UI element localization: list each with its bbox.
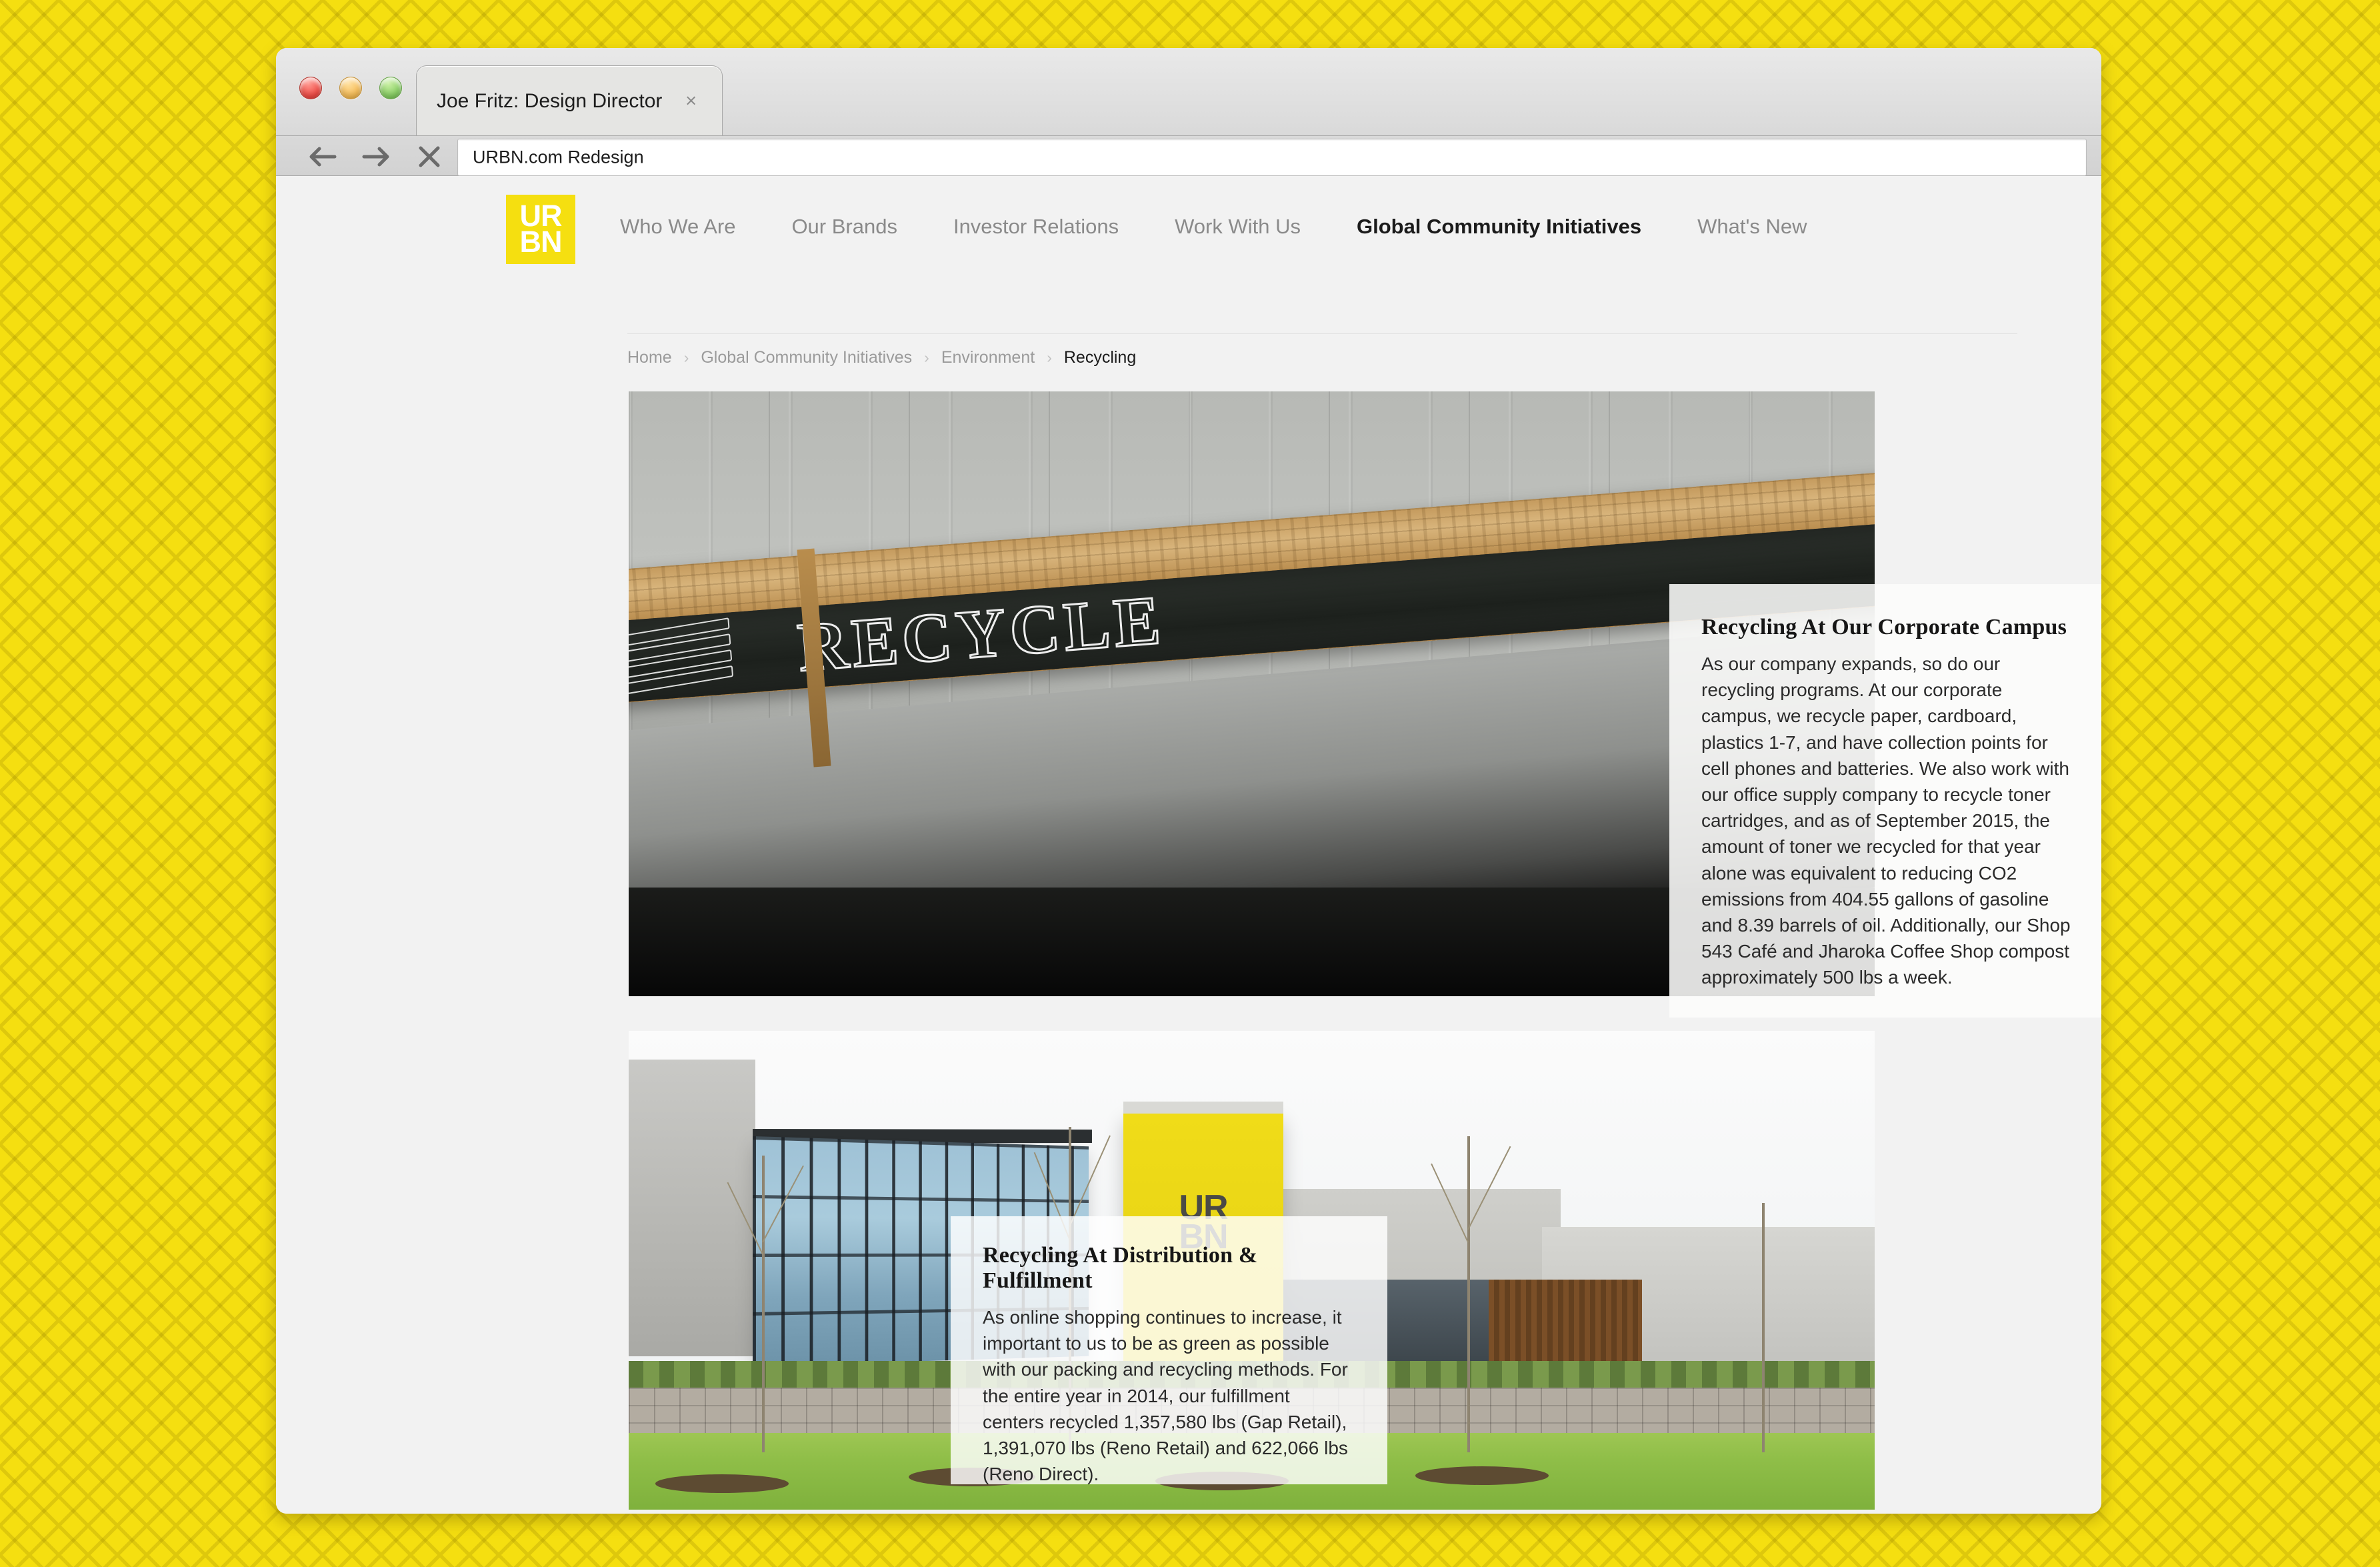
photo2-tree-trunk [1762, 1203, 1765, 1452]
close-window-button[interactable] [299, 77, 322, 99]
breadcrumb-item-global-community-initiatives[interactable]: Global Community Initiatives [701, 348, 912, 367]
forward-arrow-icon [362, 147, 390, 167]
photo2-wood-cladding [1489, 1280, 1642, 1366]
urbn-logo[interactable]: UR BN [506, 195, 575, 264]
breadcrumb: Home › Global Community Initiatives › En… [627, 348, 1136, 367]
address-bar-value: URBN.com Redesign [473, 147, 644, 167]
photo2-tree-trunk [1467, 1136, 1470, 1452]
photo2-tree-trunk [762, 1155, 765, 1452]
nav-item-our-brands[interactable]: Our Brands [791, 215, 897, 239]
browser-tab[interactable]: Joe Fritz: Design Director × [416, 65, 723, 136]
back-arrow-icon [309, 147, 337, 167]
stop-button[interactable] [403, 141, 456, 172]
browser-window: Joe Fritz: Design Director × URBN.com Re… [276, 48, 2101, 1514]
breadcrumb-item-environment[interactable]: Environment [941, 348, 1035, 367]
navigation-buttons [296, 141, 456, 172]
nav-item-whats-new[interactable]: What's New [1697, 215, 1807, 239]
header-divider [627, 333, 2017, 334]
browser-chrome: Joe Fritz: Design Director × URBN.com Re… [276, 48, 2101, 176]
site-header: UR BN Who We Are Our Brands Investor Rel… [276, 176, 2101, 273]
back-button[interactable] [296, 141, 349, 172]
card-body: As online shopping continues to increase… [983, 1307, 1348, 1485]
hero-chalk-ribbons [629, 617, 741, 695]
card-heading: Recycling At Our Corporate Campus [1701, 615, 2067, 639]
photo2-mulch-bed [1415, 1466, 1549, 1486]
tab-close-icon[interactable]: × [685, 91, 697, 111]
breadcrumb-item-home[interactable]: Home [627, 348, 672, 367]
card-body: As our company expands, so do our recycl… [1701, 653, 2071, 988]
forward-button[interactable] [349, 141, 403, 172]
breadcrumb-item-recycling: Recycling [1063, 348, 1137, 367]
breadcrumb-separator-icon: › [1047, 349, 1052, 366]
tab-title: Joe Fritz: Design Director [437, 89, 663, 112]
photo2-left-wall [629, 1060, 755, 1357]
address-bar[interactable]: URBN.com Redesign [457, 139, 2087, 176]
browser-toolbar: URBN.com Redesign [276, 136, 2101, 176]
content-card-corporate-campus: Recycling At Our Corporate Campus As our… [1669, 584, 2101, 1018]
urbn-logo-line2: BN [519, 225, 563, 259]
breadcrumb-separator-icon: › [924, 349, 929, 366]
stop-x-icon [417, 146, 441, 167]
nav-item-who-we-are[interactable]: Who We Are [620, 215, 735, 239]
minimize-window-button[interactable] [339, 77, 362, 99]
nav-item-work-with-us[interactable]: Work With Us [1175, 215, 1301, 239]
breadcrumb-separator-icon: › [683, 349, 689, 366]
nav-item-investor-relations[interactable]: Investor Relations [953, 215, 1119, 239]
main-navigation: Who We Are Our Brands Investor Relations… [620, 215, 1807, 239]
web-page: UR BN Who We Are Our Brands Investor Rel… [276, 176, 2101, 1514]
card-heading: Recycling At Distribution & Fulfillment [983, 1243, 1258, 1293]
content-card-distribution-fulfillment: Recycling At Distribution & Fulfillment … [951, 1216, 1387, 1484]
nav-item-global-community-initiatives[interactable]: Global Community Initiatives [1357, 215, 1641, 239]
photo2-mulch-bed [655, 1474, 789, 1494]
photo2-tower-cap [1123, 1102, 1283, 1114]
zoom-window-button[interactable] [379, 77, 402, 99]
window-controls [299, 77, 402, 99]
